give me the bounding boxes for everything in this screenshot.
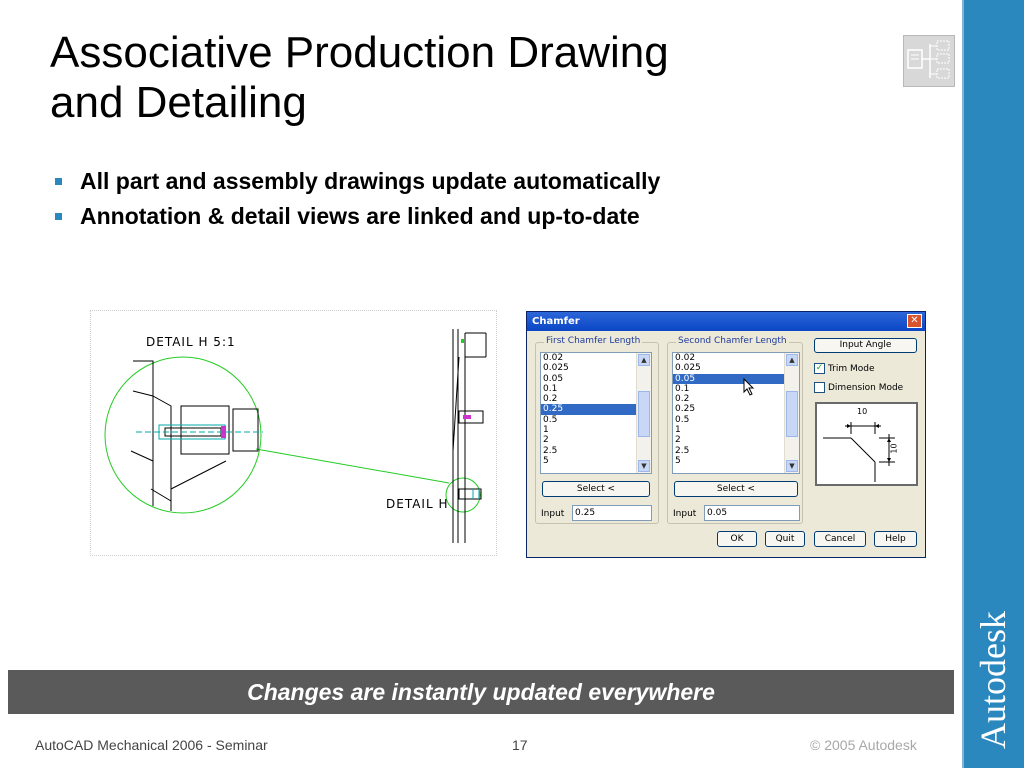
list-item[interactable]: 0.5 <box>673 415 799 425</box>
list-item[interactable]: 0.2 <box>673 394 799 404</box>
autodesk-logo: Autodesk <box>973 611 1013 749</box>
list-item[interactable]: 0.025 <box>541 363 651 373</box>
second-select-button[interactable]: Select < <box>674 481 798 497</box>
second-chamfer-label: Second Chamfer Length <box>676 336 789 346</box>
help-button[interactable]: Help <box>874 531 917 547</box>
list-item[interactable]: 2.5 <box>673 446 799 456</box>
title-line-2: and Detailing <box>50 78 307 127</box>
summary-banner: Changes are instantly updated everywhere <box>8 670 954 714</box>
list-item[interactable]: 0.1 <box>673 384 799 394</box>
dialog-title: Chamfer <box>532 316 580 327</box>
detail-callout-label: DETAIL H <box>386 497 449 511</box>
close-icon[interactable]: ✕ <box>907 314 922 328</box>
title-line-1: Associative Production Drawing <box>50 28 669 77</box>
second-input-label: Input <box>673 509 697 519</box>
dimension-mode-checkbox[interactable] <box>814 382 825 393</box>
quit-button[interactable]: Quit <box>765 531 805 547</box>
scrollbar[interactable]: ▲ ▼ <box>636 353 651 473</box>
list-item[interactable]: 2.5 <box>541 446 651 456</box>
scroll-up-icon[interactable]: ▲ <box>786 354 798 366</box>
bullet-square-icon <box>55 213 62 220</box>
list-item[interactable]: 1 <box>673 425 799 435</box>
slide-title: Associative Production Drawing and Detai… <box>50 28 850 128</box>
list-item[interactable]: 1 <box>541 425 651 435</box>
bullet-item: Annotation & detail views are linked and… <box>52 199 660 234</box>
bullet-item: All part and assembly drawings update au… <box>52 164 660 199</box>
page-number: 17 <box>512 737 528 753</box>
first-select-button[interactable]: Select < <box>542 481 650 497</box>
preview-dim-side: 10 <box>889 443 899 454</box>
second-length-input[interactable]: 0.05 <box>704 505 800 521</box>
bullet-text: Annotation & detail views are linked and… <box>80 203 640 229</box>
list-item[interactable]: 0.25 <box>673 404 799 414</box>
bullet-text: All part and assembly drawings update au… <box>80 168 661 194</box>
detail-title-label: DETAIL H 5:1 <box>146 335 236 349</box>
list-item[interactable]: 0.2 <box>541 394 651 404</box>
second-chamfer-listbox[interactable]: 0.02 0.025 0.05 0.1 0.2 0.25 0.5 1 2 2.5… <box>672 352 800 474</box>
input-angle-button[interactable]: Input Angle <box>814 338 917 353</box>
list-item[interactable]: 2 <box>673 435 799 445</box>
dimension-mode-label: Dimension Mode <box>828 383 904 393</box>
cancel-button[interactable]: Cancel <box>814 531 866 547</box>
workflow-diagram-icon <box>903 35 955 87</box>
list-item[interactable]: 5 <box>673 456 799 466</box>
scroll-down-icon[interactable]: ▼ <box>786 460 798 472</box>
list-item[interactable]: 0.02 <box>541 353 651 363</box>
dialog-titlebar[interactable]: Chamfer <box>527 312 925 331</box>
ok-button[interactable]: OK <box>717 531 757 547</box>
cad-detail-drawing: DETAIL H 5:1 DETAIL H <box>90 310 497 556</box>
first-length-input[interactable]: 0.25 <box>572 505 652 521</box>
list-item[interactable]: 0.025 <box>673 363 799 373</box>
scroll-thumb[interactable] <box>786 391 798 437</box>
first-input-label: Input <box>541 509 565 519</box>
trim-mode-label: Trim Mode <box>828 364 875 374</box>
list-item[interactable]: 2 <box>541 435 651 445</box>
chamfer-preview: 10 10 <box>815 402 918 486</box>
bullet-square-icon <box>55 178 62 185</box>
first-chamfer-label: First Chamfer Length <box>544 336 643 346</box>
scrollbar[interactable]: ▲ ▼ <box>784 353 799 473</box>
list-item[interactable]: 0.1 <box>541 384 651 394</box>
list-item-selected[interactable]: 0.25 <box>541 404 637 415</box>
trim-mode-checkbox[interactable]: ✓ <box>814 363 825 374</box>
scroll-thumb[interactable] <box>638 391 650 437</box>
list-item[interactable]: 0.5 <box>541 415 651 425</box>
scroll-up-icon[interactable]: ▲ <box>638 354 650 366</box>
mouse-cursor-icon <box>743 378 755 396</box>
footer-title: AutoCAD Mechanical 2006 - Seminar <box>35 737 268 753</box>
bullet-list: All part and assembly drawings update au… <box>52 164 660 234</box>
list-item[interactable]: 0.02 <box>673 353 799 363</box>
first-chamfer-listbox[interactable]: 0.02 0.025 0.05 0.1 0.2 0.25 0.5 1 2 2.5… <box>540 352 652 474</box>
list-item-selected[interactable]: 0.05 <box>673 373 785 384</box>
list-item[interactable]: 0.05 <box>541 374 651 384</box>
scroll-down-icon[interactable]: ▼ <box>638 460 650 472</box>
chamfer-dialog: Chamfer ✕ First Chamfer Length 0.02 0.02… <box>526 311 926 558</box>
preview-dim-top: 10 <box>857 407 868 416</box>
list-item[interactable]: 5 <box>541 456 651 466</box>
footer-copyright: © 2005 Autodesk <box>810 737 917 753</box>
